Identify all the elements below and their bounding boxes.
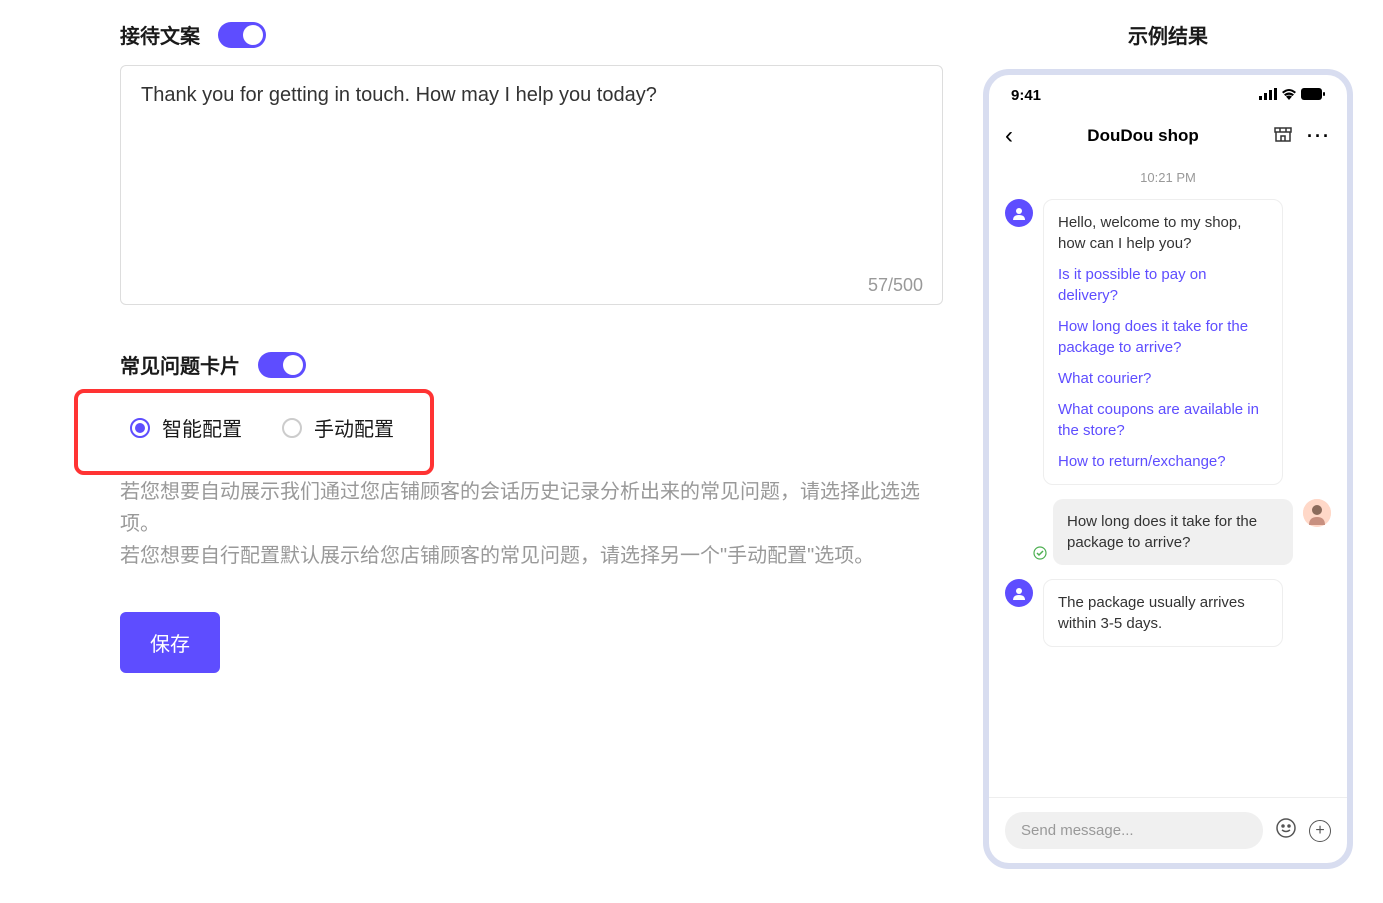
faq-section-title: 常见问题卡片 bbox=[120, 350, 240, 379]
shop-icon[interactable] bbox=[1273, 124, 1293, 149]
user-question: How long does it take for the package to… bbox=[1067, 511, 1279, 553]
battery-icon bbox=[1301, 87, 1325, 104]
phone-preview: 9:41 ‹ DouDou shop bbox=[983, 69, 1353, 869]
save-button[interactable]: 保存 bbox=[120, 612, 220, 673]
radio-manual-config[interactable]: 手动配置 bbox=[282, 413, 394, 442]
sent-check-icon bbox=[1033, 546, 1047, 563]
faq-link-2[interactable]: What courier? bbox=[1058, 368, 1268, 389]
faq-link-0[interactable]: Is it possible to pay on delivery? bbox=[1058, 264, 1268, 306]
greeting-toggle[interactable] bbox=[218, 22, 266, 48]
bot-avatar bbox=[1005, 579, 1033, 607]
user-avatar bbox=[1303, 499, 1331, 527]
more-icon[interactable]: ··· bbox=[1307, 126, 1331, 147]
message-input[interactable]: Send message... bbox=[1005, 812, 1263, 849]
radio-smart-label: 智能配置 bbox=[162, 413, 242, 442]
preview-title: 示例结果 bbox=[983, 20, 1353, 49]
status-icons bbox=[1259, 87, 1325, 104]
welcome-message: Hello, welcome to my shop, how can I hel… bbox=[1058, 212, 1268, 254]
wifi-icon bbox=[1281, 87, 1297, 104]
faq-toggle[interactable] bbox=[258, 352, 306, 378]
radio-manual-label: 手动配置 bbox=[314, 413, 394, 442]
status-time: 9:41 bbox=[1011, 87, 1041, 104]
bot-avatar bbox=[1005, 199, 1033, 227]
radio-selected-icon bbox=[130, 418, 150, 438]
char-counter: 57/500 bbox=[868, 275, 923, 296]
chat-timestamp: 10:21 PM bbox=[1005, 170, 1331, 185]
config-description: 若您想要自动展示我们通过您店铺顾客的会话历史记录分析出来的常见问题，请选择此选选… bbox=[120, 476, 943, 572]
back-icon[interactable]: ‹ bbox=[1005, 122, 1013, 150]
shop-name: DouDou shop bbox=[1025, 126, 1261, 146]
greeting-textarea[interactable] bbox=[120, 65, 943, 305]
emoji-icon[interactable] bbox=[1275, 817, 1297, 845]
greeting-section-title: 接待文案 bbox=[120, 20, 200, 49]
radio-smart-config[interactable]: 智能配置 bbox=[130, 413, 242, 442]
faq-link-3[interactable]: What coupons are available in the store? bbox=[1058, 399, 1268, 441]
signal-icon bbox=[1259, 87, 1277, 104]
radio-unselected-icon bbox=[282, 418, 302, 438]
bot-answer: The package usually arrives within 3-5 d… bbox=[1058, 592, 1268, 634]
faq-link-4[interactable]: How to return/exchange? bbox=[1058, 451, 1268, 472]
faq-link-1[interactable]: How long does it take for the package to… bbox=[1058, 316, 1268, 358]
add-icon[interactable]: + bbox=[1309, 820, 1331, 842]
